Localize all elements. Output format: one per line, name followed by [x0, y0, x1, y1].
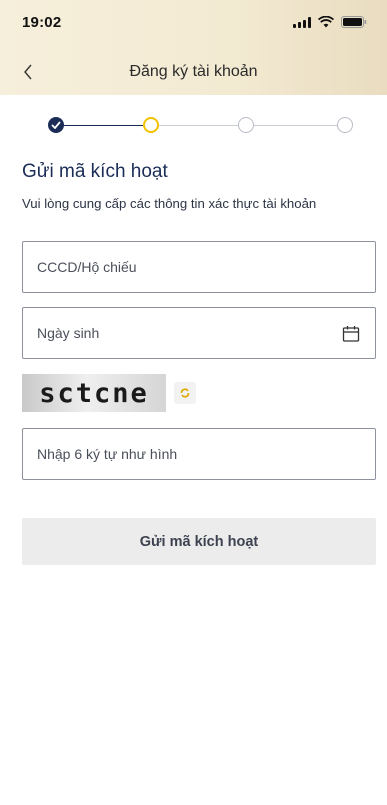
signal-icon: [293, 16, 311, 28]
wifi-icon: [318, 16, 334, 28]
page-header-title: Đăng ký tài khoản: [129, 63, 258, 80]
back-button[interactable]: [14, 58, 42, 86]
status-icons: [293, 16, 367, 28]
check-icon: [51, 121, 61, 129]
page-title: Gửi mã kích hoạt: [22, 161, 168, 182]
nav-bar: Đăng ký tài khoản: [0, 52, 387, 92]
captcha-image: sctcne: [22, 374, 166, 412]
calendar-icon[interactable]: [341, 324, 361, 344]
step-4-pending: [337, 117, 353, 133]
captcha-field[interactable]: [22, 428, 376, 480]
battery-icon: [341, 16, 367, 28]
registration-form-panel: Gửi mã kích hoạt Vui lòng cung cấp các t…: [0, 95, 387, 805]
status-time: 19:02: [22, 13, 62, 31]
dob-field[interactable]: [22, 307, 376, 359]
status-bar: 19:02: [0, 0, 387, 44]
id-number-input[interactable]: [23, 242, 375, 292]
step-2-current: [143, 117, 159, 133]
captcha-input[interactable]: [23, 429, 375, 479]
refresh-icon: [180, 388, 190, 398]
step-connector-1: [64, 125, 143, 126]
send-activation-code-button[interactable]: Gửi mã kích hoạt: [22, 518, 376, 565]
step-3-pending: [238, 117, 254, 133]
dob-input[interactable]: [23, 308, 375, 358]
back-chevron-icon: [24, 64, 32, 80]
captcha-text: sctcne: [39, 377, 149, 409]
id-number-field[interactable]: [22, 241, 376, 293]
progress-stepper: [48, 117, 353, 135]
step-1-completed: [48, 117, 64, 133]
page-subtitle: Vui lòng cung cấp các thông tin xác thực…: [22, 196, 317, 211]
step-connector-3: [254, 125, 337, 126]
step-connector-2: [159, 125, 238, 126]
captcha-refresh-button[interactable]: [174, 382, 196, 404]
